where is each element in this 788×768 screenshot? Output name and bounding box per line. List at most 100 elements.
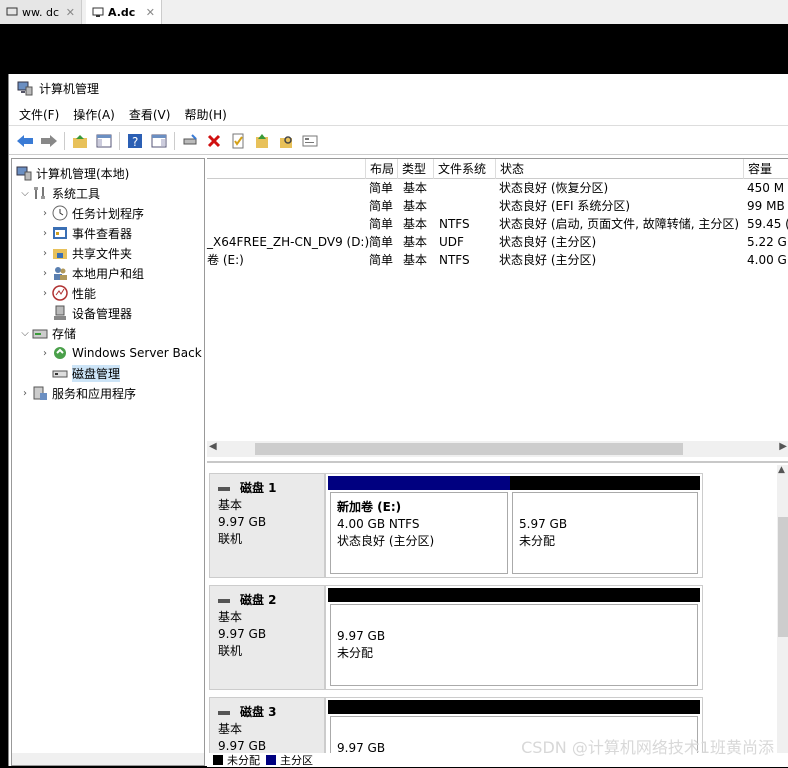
connect-drive-icon[interactable] [180, 131, 200, 151]
tree-label: 计算机管理(本地) [36, 165, 129, 182]
disk-management-icon [52, 365, 68, 381]
tree-node-event-viewer[interactable]: › 事件查看器 [38, 223, 132, 243]
column-header-capacity[interactable]: 容量 [743, 159, 788, 179]
disk-card[interactable]: 磁盘 2 基本 9.97 GB 联机 [209, 585, 325, 690]
show-hide-tree-icon[interactable] [94, 131, 114, 151]
storage-icon [32, 325, 48, 341]
show-hide-action-pane-icon[interactable] [149, 131, 169, 151]
volume-list-header: 布局 类型 文件系统 状态 容量 [207, 159, 788, 179]
browser-tabbar: ww. dc ✕ A.dc ✕ [0, 0, 788, 24]
tree-node-windows-backup[interactable]: › Windows Server Back [38, 343, 202, 363]
menu-help[interactable]: 帮助(H) [184, 106, 226, 123]
delete-icon[interactable] [204, 131, 224, 151]
tree-node-storage[interactable]: ⌵ 存储 [18, 323, 76, 343]
tree-horizontal-scrollbar[interactable] [12, 753, 204, 765]
partition-unallocated[interactable]: 5.97 GB 未分配 [510, 476, 700, 574]
volume-row[interactable]: 简单 基本 状态良好 (EFI 系统分区) 99 MB [207, 197, 788, 215]
partition-unallocated[interactable]: 9.97 GB 未分配 [328, 588, 700, 686]
chevron-right-icon[interactable]: › [38, 248, 52, 259]
tree-node-disk-management[interactable]: 磁盘管理 [52, 363, 120, 383]
partition-primary[interactable]: 新加卷 (E:) 4.00 GB NTFS 状态良好 (主分区) [328, 476, 510, 574]
menu-file[interactable]: 文件(F) [19, 106, 59, 123]
chevron-down-icon[interactable]: ⌵ [18, 188, 32, 199]
volume-row[interactable]: 简单 基本 状态良好 (恢复分区) 450 M [207, 179, 788, 197]
clock-icon [52, 205, 68, 221]
partition-title: 新加卷 (E:) [337, 499, 501, 516]
column-header-layout[interactable]: 布局 [365, 159, 397, 179]
tree-label: 存储 [52, 325, 76, 342]
close-icon[interactable]: ✕ [66, 6, 75, 19]
menu-view[interactable]: 查看(V) [129, 106, 171, 123]
scroll-right-icon[interactable]: ▶ [779, 441, 787, 452]
column-header-status[interactable]: 状态 [495, 159, 743, 179]
help-icon[interactable]: ? [125, 131, 145, 151]
check-properties-icon[interactable] [228, 131, 248, 151]
chevron-right-icon[interactable]: › [38, 348, 52, 359]
column-header-type[interactable]: 类型 [397, 159, 433, 179]
volume-status: 状态良好 (主分区) [499, 251, 596, 269]
partition-status: 未分配 [337, 645, 691, 662]
tab-a-dc[interactable]: A.dc ✕ [86, 0, 162, 24]
disk-partitions: 9.97 GB 未分配 [325, 585, 703, 690]
close-icon[interactable]: ✕ [146, 6, 155, 19]
tree-node-root[interactable]: 计算机管理(本地) [16, 163, 129, 183]
toolbar: ? [9, 127, 788, 155]
scrollbar-thumb[interactable] [255, 443, 683, 455]
menu-action[interactable]: 操作(A) [73, 106, 115, 123]
volume-row[interactable]: _X64FREE_ZH-CN_DV9 (D:) 简单 基本 UDF 状态良好 (… [207, 233, 788, 251]
chevron-right-icon[interactable]: › [38, 268, 52, 279]
chevron-right-icon[interactable]: › [18, 388, 32, 399]
tree-node-performance[interactable]: › 性能 [38, 283, 96, 303]
window-titlebar: 计算机管理 [9, 74, 788, 102]
tree-node-services-apps[interactable]: › 服务和应用程序 [18, 383, 136, 403]
computer-management-window: 计算机管理 文件(F) 操作(A) 查看(V) 帮助(H) ? 计算机管理(本地… [8, 74, 788, 766]
tree-node-local-users[interactable]: › 本地用户和组 [38, 263, 144, 283]
disk-card[interactable]: 磁盘 1 基本 9.97 GB 联机 [209, 473, 325, 578]
tree-node-shared-folders[interactable]: › 共享文件夹 [38, 243, 132, 263]
up-folder-icon[interactable] [70, 131, 90, 151]
volume-status: 状态良好 (EFI 系统分区) [499, 197, 630, 215]
disk-name: 磁盘 1 [218, 480, 316, 497]
properties-icon[interactable] [300, 131, 320, 151]
disk-name: 磁盘 3 [218, 704, 316, 721]
volume-row[interactable]: 简单 基本 NTFS 状态良好 (启动, 页面文件, 故障转储, 主分区) 59… [207, 215, 788, 233]
disk-management-pane: 布局 类型 文件系统 状态 容量 简单 基本 状态良好 (恢复分区) 450 M… [207, 158, 788, 766]
volume-capacity: 4.00 G [747, 251, 787, 269]
chevron-right-icon[interactable]: › [38, 228, 52, 239]
move-up-icon[interactable] [252, 131, 272, 151]
remote-session-background [0, 24, 788, 74]
chevron-down-icon[interactable]: ⌵ [18, 328, 32, 339]
disk-icon [218, 711, 230, 715]
back-arrow-icon[interactable] [15, 131, 35, 151]
tab-ww-dc[interactable]: ww. dc ✕ [0, 0, 82, 24]
computer-management-icon [17, 80, 33, 96]
volume-layout: 简单 [369, 179, 393, 197]
tree-label: 本地用户和组 [72, 265, 144, 282]
users-icon [52, 265, 68, 281]
tree-node-task-scheduler[interactable]: › 任务计划程序 [38, 203, 144, 223]
tree-label: 设备管理器 [72, 305, 132, 322]
volume-status: 状态良好 (恢复分区) [499, 179, 608, 197]
graphical-view-vertical-scrollbar[interactable]: ▲ [777, 465, 788, 765]
volume-row[interactable]: 卷 (E:) 简单 基本 NTFS 状态良好 (主分区) 4.00 G [207, 251, 788, 269]
volume-list-horizontal-scrollbar[interactable]: ◀ ▶ [207, 441, 788, 457]
disk-graphical-view: 磁盘 1 基本 9.97 GB 联机 新加卷 (E:) 4.00 GB NTFS… [207, 461, 788, 767]
scrollbar-thumb[interactable] [778, 517, 788, 637]
tree-node-system-tools[interactable]: ⌵ 系统工具 [18, 183, 100, 203]
tree-node-device-manager[interactable]: 设备管理器 [52, 303, 132, 323]
toolbar-separator [119, 132, 120, 150]
event-viewer-icon [52, 225, 68, 241]
partition-bar [328, 476, 510, 490]
forward-arrow-icon[interactable] [39, 131, 59, 151]
partition-status: 未分配 [519, 533, 691, 550]
chevron-right-icon[interactable]: › [38, 288, 52, 299]
search-folder-icon[interactable] [276, 131, 296, 151]
scroll-up-icon[interactable]: ▲ [778, 465, 785, 475]
column-header-filesystem[interactable]: 文件系统 [433, 159, 495, 179]
partition-size: 4.00 GB NTFS [337, 516, 501, 533]
volume-layout: 简单 [369, 251, 393, 269]
volume-layout: 简单 [369, 233, 393, 251]
chevron-right-icon[interactable]: › [38, 208, 52, 219]
scroll-left-icon[interactable]: ◀ [209, 441, 217, 452]
remote-desktop-icon [92, 6, 104, 18]
